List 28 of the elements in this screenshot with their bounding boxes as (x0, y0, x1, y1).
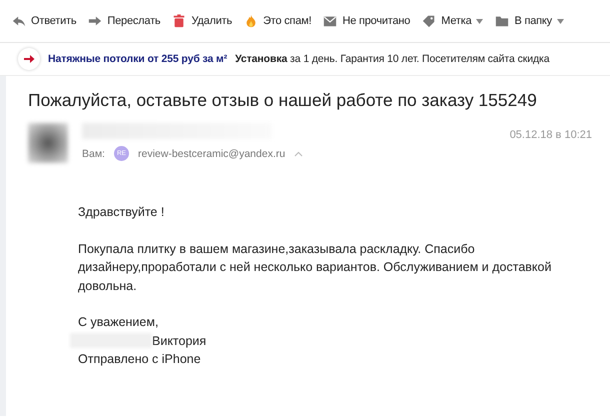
tag-icon (422, 14, 436, 28)
ad-link[interactable]: Натяжные потолки от 255 руб за м² (48, 53, 228, 65)
signature-closing: С уважением, (78, 314, 160, 331)
toolbar-button[interactable]: Это спам! (238, 10, 318, 32)
toolbar-button[interactable]: Ответить (6, 10, 82, 32)
trash-icon (172, 14, 186, 28)
toolbar-button[interactable]: Переслать (82, 10, 166, 32)
toolbar-button[interactable]: Метка (416, 10, 490, 32)
toolbar-button[interactable]: Не прочитано (317, 10, 416, 32)
toolbar-button[interactable]: В папку (489, 10, 570, 32)
arrow-button[interactable] (18, 48, 40, 70)
folder-icon (495, 14, 510, 28)
right-arrow-icon (23, 53, 35, 65)
ad-text: Установка за 1 день. Гарантия 10 лет. Посетителям сайта скидка (235, 53, 550, 65)
toolbar-button[interactable]: Удалить (166, 10, 238, 32)
avatar-placeholder (28, 123, 68, 163)
sent-from-note: Отправлено с iPhone (78, 351, 202, 368)
recipient-address[interactable]: review-bestceramic@yandex.ru (138, 148, 286, 160)
message-date: 05.12.18 в 10:21 (510, 128, 592, 143)
message-subject: Пожалуйста, оставьте отзыв о нашей работе по заказу 155249 (28, 90, 538, 111)
envelope-icon (323, 14, 338, 28)
recipient-label: Вам: (82, 148, 105, 160)
body-paragraph: Здравствуйте ! (78, 204, 166, 221)
reply-arrow-icon (12, 14, 26, 28)
flame-icon (244, 14, 258, 28)
forward-arrow-icon (88, 14, 102, 28)
body-paragraph: Покупала плитку в вашем магазине,заказывала раскладку. Спасибо дизайнеру,проработали с ней несколько вариантов. Обслуживанием и доставкой довольна. (78, 240, 552, 294)
signature-name: Виктория (152, 332, 206, 350)
